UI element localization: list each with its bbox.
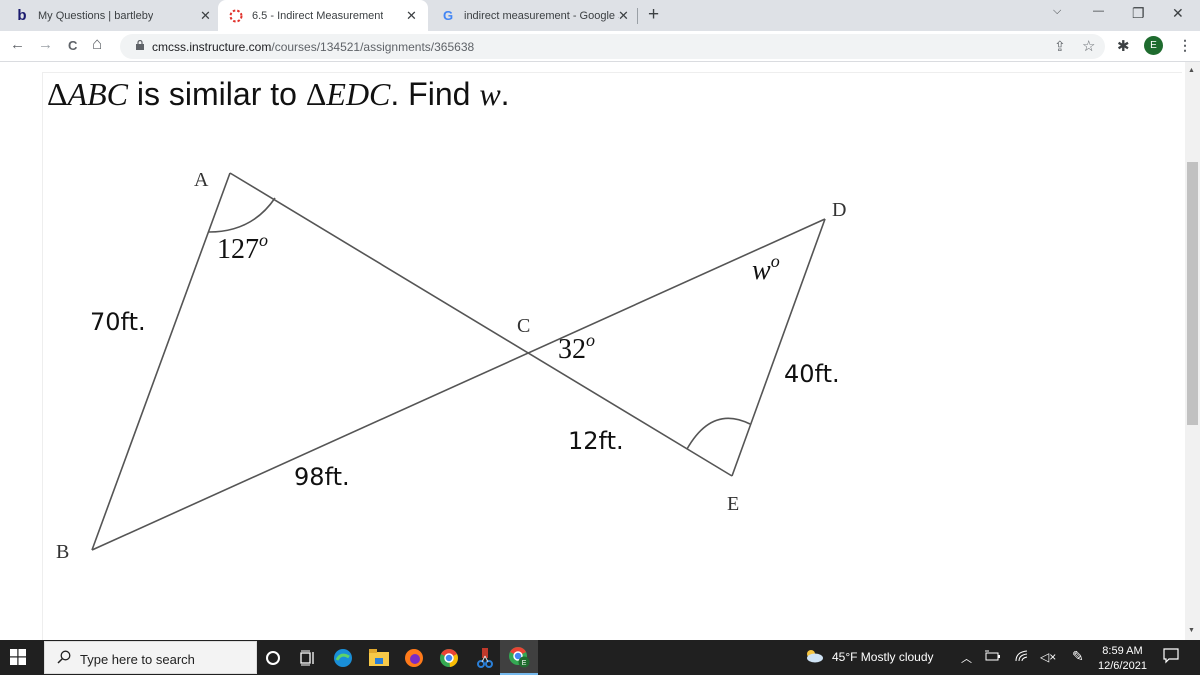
- google-g-icon: G: [442, 8, 454, 23]
- address-bar-ext[interactable]: [425, 34, 1105, 59]
- minimize-icon[interactable]: —: [1093, 5, 1104, 17]
- variable-w: w: [479, 76, 501, 112]
- windows-start-icon[interactable]: [10, 649, 26, 670]
- clock-date: 12/6/2021: [1098, 660, 1147, 672]
- svg-text:E: E: [522, 660, 527, 667]
- triangle-symbol: Δ: [305, 76, 327, 112]
- firefox-icon[interactable]: [401, 645, 427, 671]
- back-icon[interactable]: ←: [10, 36, 25, 53]
- angle-a-value: 127o: [217, 230, 268, 265]
- tab-title: indirect measurement - Google S: [464, 9, 619, 22]
- close-tab-icon[interactable]: ✕: [406, 8, 417, 24]
- angle-d-variable: w: [752, 255, 771, 286]
- volume-muted-icon[interactable]: ◁×: [1040, 650, 1056, 664]
- file-explorer-icon[interactable]: [366, 645, 392, 671]
- tray-overflow-chevron-icon[interactable]: ︿: [961, 650, 972, 666]
- weather-cloud-icon[interactable]: [805, 649, 823, 666]
- question-text: ΔABC is similar to ΔEDC. Find w.: [47, 76, 510, 113]
- scroll-down-arrow-icon[interactable]: ▼: [1188, 627, 1195, 634]
- close-tab-icon[interactable]: ✕: [618, 8, 629, 24]
- clock-time: 8:59 AM: [1102, 645, 1143, 657]
- side-bc-length: 98ft.: [294, 463, 350, 491]
- side-ae-line: [229, 172, 733, 477]
- battery-icon[interactable]: [985, 650, 1001, 665]
- extensions-puzzle-icon[interactable]: ✱: [1117, 37, 1130, 55]
- side-bd-line: [91, 218, 826, 551]
- side-ce-length: 12ft.: [568, 427, 624, 455]
- degree-mark: o: [586, 330, 595, 350]
- triangle-edc: EDC: [326, 76, 391, 112]
- notification-center-icon[interactable]: [1163, 648, 1179, 667]
- pen-ink-icon[interactable]: ✎: [1072, 648, 1084, 665]
- url-host: cmcss.instructure.com: [152, 40, 272, 54]
- triangle-diagram: A B C D E 127o 32o wo 70ft. 98ft. 12ft. …: [56, 169, 846, 563]
- task-view-icon[interactable]: [295, 645, 321, 671]
- angle-a-number: 127: [217, 234, 259, 265]
- degree-mark: o: [771, 251, 780, 271]
- scroll-up-arrow-icon[interactable]: ▲: [1188, 67, 1195, 74]
- tab-title: My Questions | bartleby: [38, 9, 154, 22]
- chrome-profile-e-icon[interactable]: E: [500, 640, 538, 675]
- url-text[interactable]: cmcss.instructure.com/courses/134521/ass…: [152, 40, 474, 54]
- profile-avatar[interactable]: E: [1144, 36, 1163, 55]
- new-tab-button[interactable]: +: [648, 4, 659, 26]
- close-tab-icon[interactable]: ✕: [200, 8, 211, 24]
- vertex-a-label: A: [194, 169, 209, 191]
- weather-text[interactable]: 45°F Mostly cloudy: [832, 650, 934, 664]
- edge-icon[interactable]: [330, 645, 356, 671]
- menu-kebab-icon[interactable]: ⋮: [1178, 37, 1192, 54]
- wifi-icon[interactable]: [1015, 650, 1029, 665]
- bartleby-b-icon: b: [17, 7, 27, 24]
- home-icon[interactable]: ⌂: [92, 34, 102, 54]
- side-de-length: 40ft.: [784, 360, 840, 388]
- side-ab-length: 70ft.: [90, 308, 146, 336]
- question-phrase: is similar to: [128, 76, 306, 112]
- tab-title: 6.5 - Indirect Measurement: [252, 9, 384, 22]
- page-scrollbar[interactable]: ▲ ▼: [1185, 62, 1200, 640]
- degree-mark: o: [259, 230, 268, 250]
- canvas-loading-icon: [228, 8, 244, 24]
- angle-c-number: 32: [558, 334, 586, 365]
- vertex-e-label: E: [727, 493, 739, 515]
- scroll-thumb[interactable]: [1187, 162, 1198, 425]
- vertex-c-label: C: [517, 315, 530, 337]
- share-icon[interactable]: ⇪: [1054, 38, 1066, 55]
- restore-icon[interactable]: ❐: [1132, 5, 1145, 22]
- forward-icon[interactable]: →: [38, 36, 53, 53]
- question-period: .: [500, 76, 510, 112]
- windows-taskbar: Type here to search E 45°F Mostly cloudy…: [0, 640, 1200, 675]
- angle-c-value: 32o: [558, 330, 595, 365]
- tab-bartleby[interactable]: b My Questions | bartleby ✕: [4, 0, 219, 31]
- angle-e-arc: [686, 417, 751, 450]
- triangle-symbol: Δ: [47, 76, 68, 112]
- search-placeholder: Type here to search: [80, 652, 195, 667]
- question-phrase: . Find: [390, 76, 480, 112]
- triangle-abc: ABC: [67, 76, 129, 112]
- cortana-icon[interactable]: [260, 645, 286, 671]
- page-content: ΔABC is similar to ΔEDC. Find w. A B C D…: [0, 62, 1185, 642]
- taskbar-clock[interactable]: 8:59 AM 12/6/2021: [1098, 644, 1147, 674]
- bookmark-star-icon[interactable]: ☆: [1082, 37, 1095, 55]
- reload-icon[interactable]: C: [68, 38, 77, 53]
- tab-separator: [637, 8, 638, 24]
- tab-search-icon[interactable]: ⌵: [1053, 5, 1061, 18]
- tab-indirect-measurement[interactable]: 6.5 - Indirect Measurement ✕: [218, 0, 428, 31]
- tab-google-search[interactable]: G indirect measurement - Google S ✕: [430, 0, 640, 31]
- close-window-icon[interactable]: ✕: [1172, 5, 1184, 22]
- angle-d-value: wo: [752, 251, 780, 286]
- url-path: /courses/134521/assignments/365638: [271, 40, 475, 54]
- tab-strip: b My Questions | bartleby ✕ 6.5 - Indire…: [0, 0, 1200, 31]
- vertex-d-label: D: [832, 199, 846, 221]
- taskbar-search-input[interactable]: Type here to search: [44, 641, 257, 674]
- vertex-b-label: B: [56, 541, 69, 563]
- chrome-icon[interactable]: [436, 645, 462, 671]
- snipping-tool-icon[interactable]: [472, 645, 498, 671]
- search-icon: [57, 650, 71, 667]
- side-ab-line: [91, 172, 231, 551]
- lock-icon: [136, 39, 144, 53]
